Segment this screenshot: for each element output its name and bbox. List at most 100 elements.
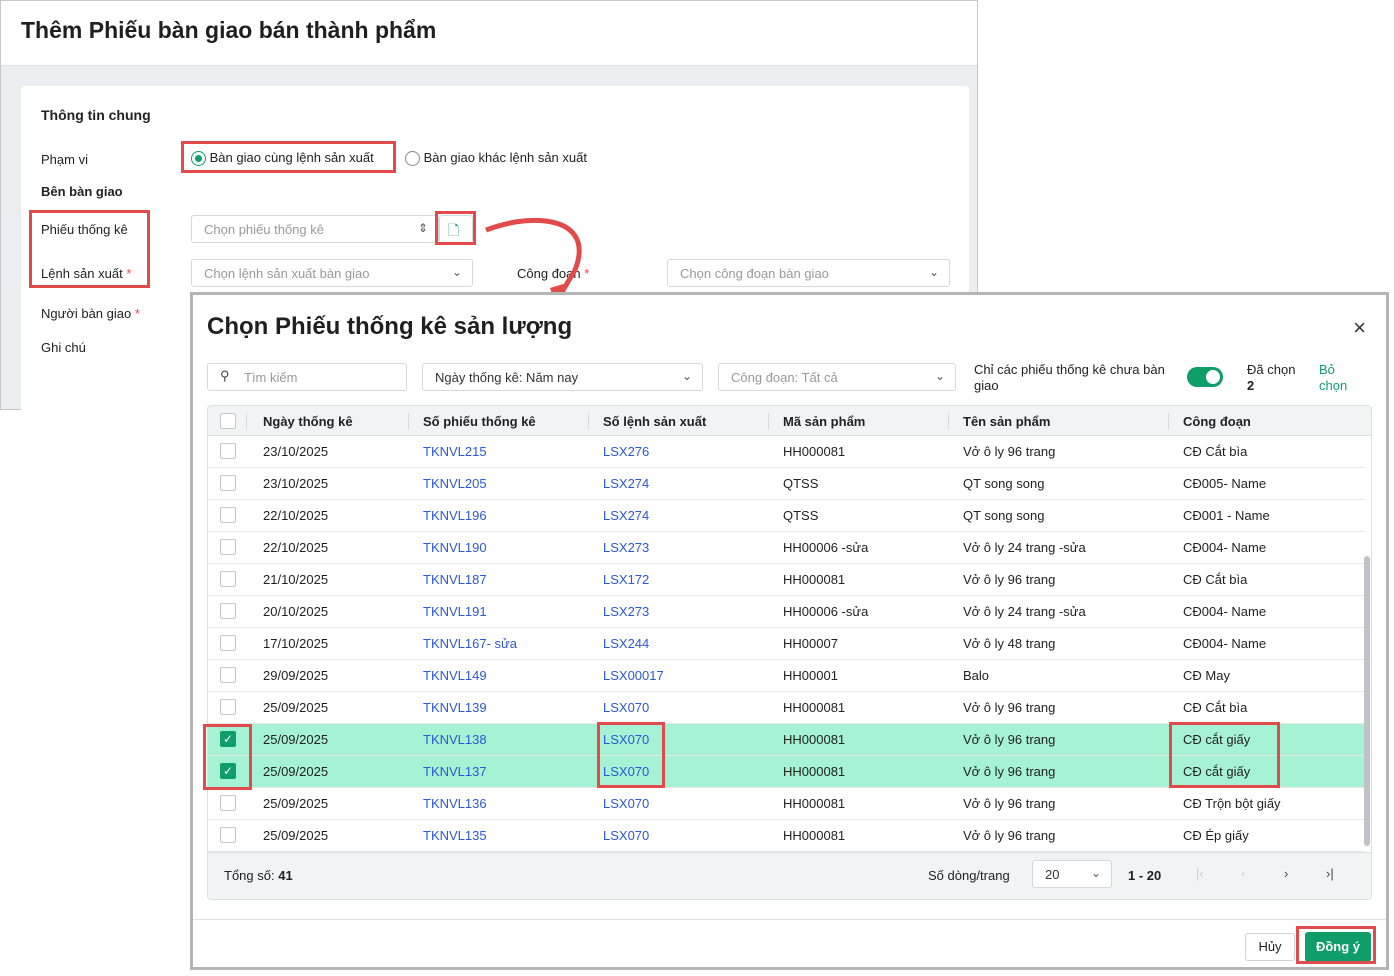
chevron-down-icon: ⌄ <box>681 369 692 383</box>
table-row[interactable]: 17/10/2025 TKNVL167- sửa LSX244 HH00007 Vở ô… <box>208 628 1365 660</box>
toggle-label: Chỉ các phiếu thống kê chưa bàn giao <box>974 362 1165 393</box>
col-product-code[interactable]: Mã sản phẩm <box>783 414 865 429</box>
cell: 25/09/2025 <box>263 796 329 811</box>
cell[interactable]: LSX070 <box>603 796 649 811</box>
cell: CĐ001 - Name <box>1183 508 1270 523</box>
col-date[interactable]: Ngày thống kê <box>263 414 353 429</box>
cell[interactable]: TKNVL191 <box>423 604 487 619</box>
row-checkbox[interactable] <box>220 699 236 715</box>
table-row[interactable]: 23/10/2025 TKNVL215 LSX276 HH000081 Vở ô ly … <box>208 436 1365 468</box>
table-row[interactable]: 20/10/2025 TKNVL191 LSX273 HH00006 -sửa Vở ô… <box>208 596 1365 628</box>
row-checkbox[interactable] <box>220 475 236 491</box>
table-row[interactable]: 25/09/2025 TKNVL139 LSX070 HH000081 Vở ô ly … <box>208 692 1365 724</box>
placeholder: Chọn lệnh sản xuất bàn giao <box>204 266 370 281</box>
cell: HH000081 <box>783 764 846 779</box>
deselect-link[interactable]: Bỏ chọn <box>1319 362 1359 394</box>
cell[interactable]: TKNVL205 <box>423 476 487 491</box>
table-row[interactable]: 25/09/2025 TKNVL136 LSX070 HH000081 Vở ô ly … <box>208 788 1365 820</box>
cell[interactable]: LSX274 <box>603 508 649 523</box>
row-checkbox[interactable] <box>220 795 236 811</box>
section-title: Thông tin chung <box>41 107 151 123</box>
last-page-icon[interactable]: ›| <box>1326 866 1334 881</box>
row-checkbox[interactable] <box>220 539 236 555</box>
cell[interactable]: TKNVL187 <box>423 572 487 587</box>
stage-filter-select[interactable]: Công đoạn: Tất cả ⌄ <box>718 363 956 391</box>
cell: Vở ô ly 24 trang -sửa <box>963 540 1086 555</box>
cell: 23/10/2025 <box>263 476 329 491</box>
chevron-down-icon: ⌄ <box>928 265 939 279</box>
row-checkbox[interactable] <box>220 443 236 459</box>
cell: 25/09/2025 <box>263 732 329 747</box>
cell: CĐ005- Name <box>1183 476 1267 491</box>
cell[interactable]: LSX274 <box>603 476 649 491</box>
unhandled-only-toggle[interactable] <box>1187 367 1223 387</box>
cell[interactable]: TKNVL149 <box>423 668 487 683</box>
cell[interactable]: TKNVL135 <box>423 828 487 843</box>
cell: CĐ Cắt bìa <box>1183 572 1248 587</box>
cell: HH000081 <box>783 444 846 459</box>
next-page-icon[interactable]: › <box>1284 866 1288 881</box>
select-all-checkbox[interactable] <box>220 413 236 429</box>
date-filter-select[interactable]: Ngày thống kê: Năm nay ⌄ <box>422 363 703 391</box>
cell[interactable]: LSX00017 <box>603 668 664 683</box>
cell: Vở ô ly 96 trang <box>963 444 1056 459</box>
col-ticket[interactable]: Số phiếu thống kê <box>423 414 536 429</box>
cell[interactable]: LSX172 <box>603 572 649 587</box>
radio-other-order[interactable]: Bàn giao khác lệnh sản xuất <box>405 150 587 167</box>
cell[interactable]: LSX070 <box>603 700 649 715</box>
per-page-select[interactable]: 20 ⌄ <box>1032 860 1112 888</box>
cell[interactable]: TKNVL139 <box>423 700 487 715</box>
cell[interactable]: LSX276 <box>603 444 649 459</box>
table-row[interactable]: 25/09/2025 TKNVL135 LSX070 HH000081 Vở ô ly … <box>208 820 1365 852</box>
cell: Vở ô ly 96 trang <box>963 764 1056 779</box>
cell: Vở ô ly 96 trang <box>963 828 1056 843</box>
phieu-select[interactable]: Chọn phiếu thống kê ⇕ <box>191 215 439 243</box>
col-stage[interactable]: Công đoạn <box>1183 414 1251 429</box>
cell[interactable]: TKNVL137 <box>423 764 487 779</box>
close-icon[interactable]: × <box>1353 315 1366 341</box>
row-checkbox[interactable] <box>220 603 236 619</box>
row-checkbox[interactable] <box>220 667 236 683</box>
order-select[interactable]: Chọn lệnh sản xuất bàn giao ⌄ <box>191 259 473 287</box>
cell: QTSS <box>783 508 819 523</box>
search-icon: ⚲ <box>220 368 230 383</box>
cell[interactable]: LSX244 <box>603 636 649 651</box>
cell[interactable]: TKNVL136 <box>423 796 487 811</box>
cell[interactable]: LSX273 <box>603 540 649 555</box>
cell: QT song song <box>963 508 1045 523</box>
cell[interactable]: TKNVL196 <box>423 508 487 523</box>
cell[interactable]: TKNVL138 <box>423 732 487 747</box>
cell: CĐ Ép giấy <box>1183 828 1249 843</box>
cell[interactable]: TKNVL190 <box>423 540 487 555</box>
cell[interactable]: LSX070 <box>603 828 649 843</box>
row-checkbox[interactable] <box>220 827 236 843</box>
table-row[interactable]: 22/10/2025 TKNVL196 LSX274 QTSS QT song song… <box>208 500 1365 532</box>
prev-page-icon[interactable]: ‹ <box>1241 866 1245 881</box>
table-header: Ngày thống kê Số phiếu thống kê Số lệnh … <box>208 406 1371 436</box>
cell[interactable]: TKNVL215 <box>423 444 487 459</box>
table-row[interactable]: 22/10/2025 TKNVL190 LSX273 HH00006 -sửa Vở ô… <box>208 532 1365 564</box>
row-checkbox[interactable] <box>220 635 236 651</box>
cancel-button[interactable]: Hủy <box>1245 933 1295 961</box>
cell[interactable]: TKNVL167- sửa <box>423 636 517 651</box>
search-input[interactable]: ⚲ Tìm kiếm <box>207 363 407 391</box>
cell[interactable]: LSX273 <box>603 604 649 619</box>
stage-select[interactable]: Chọn công đoạn bàn giao ⌄ <box>667 259 950 287</box>
cell: Balo <box>963 668 990 683</box>
cell: CĐ Cắt bìa <box>1183 700 1248 715</box>
table-row[interactable]: 23/10/2025 TKNVL205 LSX274 QTSS QT song song… <box>208 468 1365 500</box>
cell: HH000081 <box>783 572 846 587</box>
row-checkbox[interactable] <box>220 571 236 587</box>
chevron-down-icon: ⌄ <box>934 369 945 383</box>
first-page-icon[interactable]: |‹ <box>1196 866 1204 881</box>
table-row[interactable]: 21/10/2025 TKNVL187 LSX172 HH000081 Vở ô ly … <box>208 564 1365 596</box>
cell: Vở ô ly 96 trang <box>963 796 1056 811</box>
placeholder: Chọn phiếu thống kê <box>204 222 324 237</box>
col-order[interactable]: Số lệnh sản xuất <box>603 414 706 429</box>
selected-count: Đã chọn 2 <box>1247 362 1296 393</box>
cell: HH000081 <box>783 700 846 715</box>
row-checkbox[interactable] <box>220 507 236 523</box>
table-row[interactable]: 29/09/2025 TKNVL149 LSX00017 HH00001 Balo CĐ … <box>208 660 1365 692</box>
col-product-name[interactable]: Tên sản phẩm <box>963 414 1050 429</box>
table-scrollbar[interactable] <box>1364 556 1370 846</box>
